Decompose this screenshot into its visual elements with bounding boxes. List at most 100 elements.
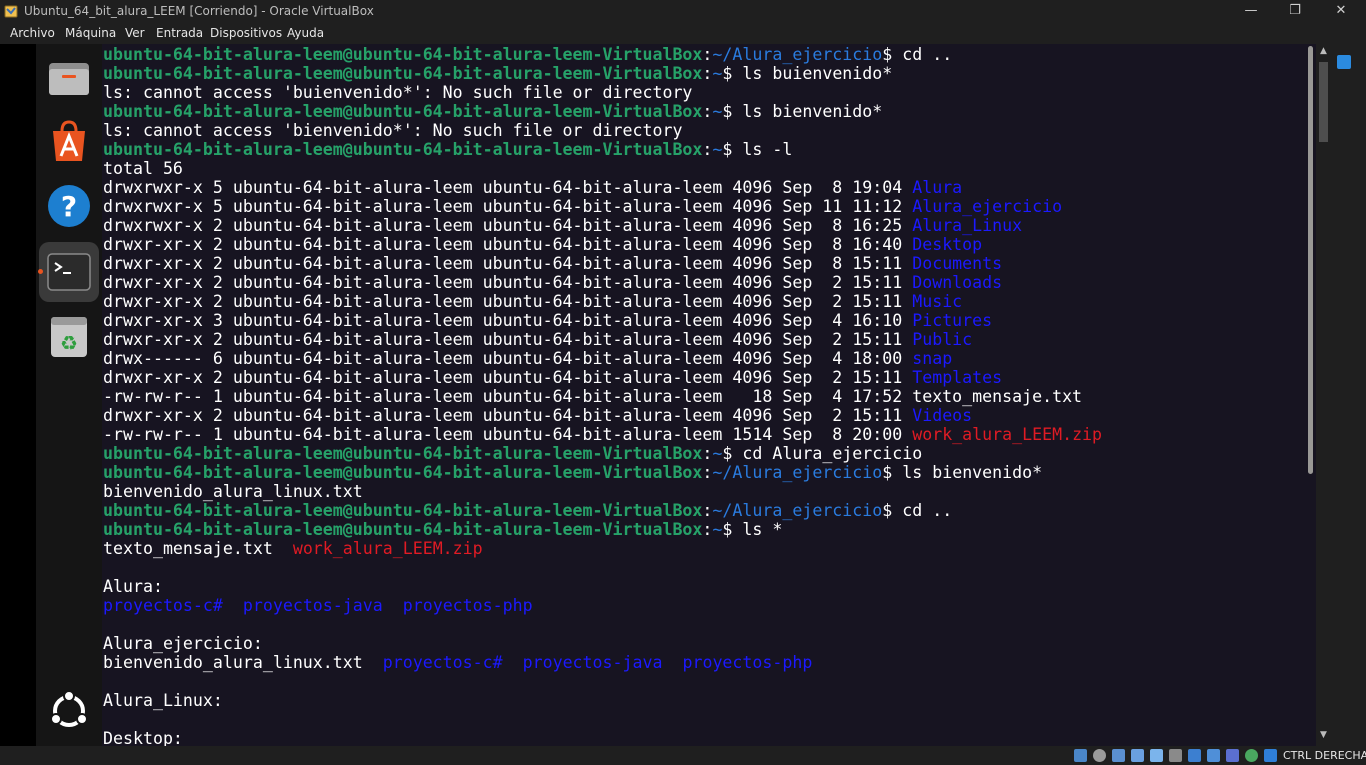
terminal-line: drwxr-xr-x 2 ubuntu-64-bit-alura-leem ub… [103, 273, 1002, 292]
host-key-label: CTRL DERECHA [1283, 749, 1366, 762]
terminal-scrollbar-thumb[interactable] [1308, 46, 1313, 474]
recording-icon[interactable] [1245, 749, 1258, 762]
terminal-text: : [702, 501, 713, 520]
dock-files[interactable] [39, 49, 99, 109]
menu-bar: Archivo Máquina Ver Entrada Dispositivos… [0, 23, 1366, 44]
terminal-line: drwxr-xr-x 2 ubuntu-64-bit-alura-leem ub… [103, 292, 962, 311]
files-icon [49, 63, 89, 95]
menu-archivo[interactable]: Archivo [10, 26, 55, 40]
show-apps-icon [50, 690, 88, 727]
terminal-text: Desktop: [103, 729, 183, 746]
terminal-text: ls: cannot access 'bienvenido*': No such… [103, 121, 683, 140]
virtualbox-side-panel: ▲ ▼ [1316, 44, 1366, 746]
menu-maquina[interactable]: Máquina [65, 26, 116, 40]
menu-ver[interactable]: Ver [125, 26, 145, 40]
video-capture-icon[interactable] [1207, 749, 1220, 762]
terminal-scrollbar[interactable] [1307, 44, 1314, 746]
hard-disk-icon[interactable] [1074, 749, 1087, 762]
archive-name: work_alura_LEEM.zip [292, 539, 483, 558]
svg-text:?: ? [61, 190, 77, 223]
display-icon[interactable] [1188, 749, 1201, 762]
directory-name: Public [912, 330, 973, 349]
terminal-line: drwxr-xr-x 2 ubuntu-64-bit-alura-leem ub… [103, 235, 982, 254]
prompt-user: ubuntu-64-bit-alura-leem@ubuntu-64-bit-a… [103, 444, 703, 463]
terminal-text: : [702, 463, 713, 482]
terminal-text: : [702, 140, 713, 159]
vm-scrollbar-thumb[interactable] [1319, 62, 1328, 142]
terminal-line: ubuntu-64-bit-alura-leem@ubuntu-64-bit-a… [103, 444, 922, 463]
audio-icon[interactable] [1112, 749, 1125, 762]
terminal-text: $ cd .. [882, 45, 953, 64]
virtualbox-statusbar: CTRL DERECHA [0, 746, 1366, 765]
terminal-line: ubuntu-64-bit-alura-leem@ubuntu-64-bit-a… [103, 102, 882, 121]
restore-button[interactable]: ❐ [1272, 0, 1318, 23]
terminal-text: Alura: [103, 577, 163, 596]
scroll-down-arrow[interactable]: ▼ [1318, 730, 1329, 741]
terminal-line: ls: cannot access 'bienvenido*': No such… [103, 121, 682, 140]
prompt-path: ~ [712, 444, 723, 463]
terminal-text: $ ls buienvenido* [722, 64, 893, 83]
help-icon: ? [48, 185, 90, 227]
ubuntu-dock: ? ♻ [36, 44, 102, 746]
terminal-line: Desktop: [103, 729, 183, 746]
terminal-text: drwxr-xr-x 3 ubuntu-64-bit-alura-leem ub… [103, 311, 913, 330]
directory-name: Alura [912, 178, 963, 197]
dock-terminal[interactable] [38, 242, 99, 302]
network-icon[interactable] [1131, 749, 1144, 762]
terminal-output[interactable]: ubuntu-64-bit-alura-leem@ubuntu-64-bit-a… [103, 44, 1306, 746]
window-titlebar[interactable]: Ubuntu_64_bit_alura_LEEM [Corriendo] - O… [0, 0, 1366, 23]
terminal-text: $ ls * [722, 520, 783, 539]
directory-name: Alura_ejercicio [912, 197, 1063, 216]
directory-name: Desktop [912, 235, 983, 254]
terminal-line: drwxr-xr-x 2 ubuntu-64-bit-alura-leem ub… [103, 330, 972, 349]
svg-text:♻: ♻ [60, 331, 78, 355]
terminal-line: total 56 [103, 159, 183, 178]
directory-name: proyectos-c# [103, 596, 223, 615]
notification-icon[interactable] [1337, 55, 1351, 69]
menu-ayuda[interactable]: Ayuda [287, 26, 324, 40]
terminal-line: drwxr-xr-x 2 ubuntu-64-bit-alura-leem ub… [103, 406, 972, 425]
terminal-line: Alura_Linux: [103, 691, 223, 710]
directory-name: proyectos-php [402, 596, 533, 615]
optical-drive-icon[interactable] [1093, 749, 1106, 762]
cpu-icon[interactable] [1226, 749, 1239, 762]
shared-folders-icon[interactable] [1169, 749, 1182, 762]
terminal-line: ubuntu-64-bit-alura-leem@ubuntu-64-bit-a… [103, 45, 952, 64]
virtualbox-icon [4, 5, 18, 18]
terminal-line: drwxrwxr-x 2 ubuntu-64-bit-alura-leem ub… [103, 216, 1022, 235]
terminal-text: $ cd .. [882, 501, 953, 520]
dock-show-apps[interactable] [39, 681, 99, 741]
dock-help[interactable]: ? [39, 176, 99, 236]
usb-icon[interactable] [1150, 749, 1163, 762]
vm-display[interactable]: ? ♻ ubuntu-64-bit-alura-leem@ubuntu-64-b… [36, 44, 1316, 746]
dock-trash[interactable]: ♻ [39, 307, 99, 367]
directory-name: Templates [912, 368, 1003, 387]
scroll-up-arrow[interactable]: ▲ [1318, 46, 1329, 57]
terminal-line: Alura: [103, 577, 163, 596]
terminal-text: -rw-rw-r-- 1 ubuntu-64-bit-alura-leem ub… [103, 425, 913, 444]
prompt-path: ~ [712, 520, 723, 539]
mouse-integration-icon[interactable] [1264, 749, 1277, 762]
terminal-text: drwxr-xr-x 2 ubuntu-64-bit-alura-leem ub… [103, 368, 913, 387]
terminal-text: bienvenido_alura_linux.txt [103, 482, 363, 501]
minimize-button[interactable]: — [1228, 0, 1274, 23]
menu-dispositivos[interactable]: Dispositivos [210, 26, 282, 40]
prompt-path: ~/Alura_ejercicio [712, 501, 883, 520]
terminal-line: ubuntu-64-bit-alura-leem@ubuntu-64-bit-a… [103, 463, 1042, 482]
prompt-user: ubuntu-64-bit-alura-leem@ubuntu-64-bit-a… [103, 45, 703, 64]
terminal-line: proyectos-c# proyectos-java proyectos-ph… [103, 596, 533, 615]
terminal-line: drwxr-xr-x 3 ubuntu-64-bit-alura-leem ub… [103, 311, 992, 330]
terminal-text: $ cd Alura_ejercicio [722, 444, 923, 463]
dock-app-center[interactable] [39, 111, 99, 171]
window-title: Ubuntu_64_bit_alura_LEEM [Corriendo] - O… [24, 4, 374, 18]
terminal-line: -rw-rw-r-- 1 ubuntu-64-bit-alura-leem ub… [103, 425, 1102, 444]
menu-entrada[interactable]: Entrada [156, 26, 203, 40]
prompt-user: ubuntu-64-bit-alura-leem@ubuntu-64-bit-a… [103, 501, 703, 520]
terminal-line: bienvenido_alura_linux.txt proyectos-c# … [103, 653, 812, 672]
close-button[interactable]: ✕ [1318, 0, 1364, 23]
directory-name: Music [912, 292, 963, 311]
terminal-text: total 56 [103, 159, 183, 178]
